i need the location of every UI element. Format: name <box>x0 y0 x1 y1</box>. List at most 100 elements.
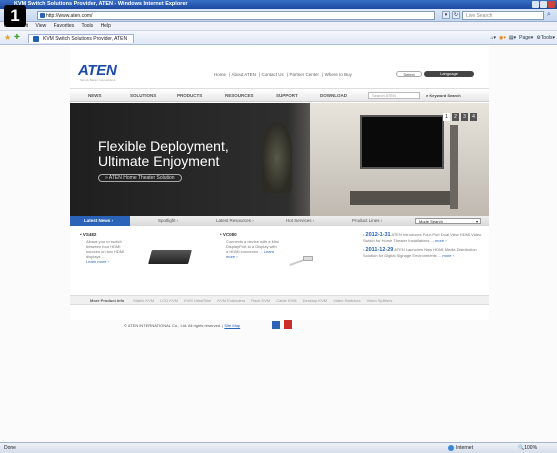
hero-banner[interactable]: Flexible Deployment, Ultimate Enjoyment … <box>70 103 489 216</box>
top-links: Home | About ATEN | Contact Us | Partner… <box>214 72 352 77</box>
nav-download[interactable]: DOWNLOAD <box>320 93 347 98</box>
news-item-text: Connects a device with a Mini DisplayPor… <box>220 239 280 259</box>
internet-zone-icon <box>448 445 454 451</box>
status-text: Done <box>4 445 16 451</box>
address-input[interactable]: http://www.aten.com/ <box>37 11 435 20</box>
more-link-label: more <box>442 253 452 258</box>
product-link[interactable]: Matrix KVM <box>133 298 154 303</box>
favorites-bar: ★ ✚ KVM Switch Solutions Provider, ATEN … <box>0 31 557 45</box>
product-link[interactable]: KVM Extenders <box>217 298 245 303</box>
hero-button[interactable]: » ATEN Home Theater Solution <box>98 174 182 182</box>
tab-spotlight[interactable]: Spotlight › <box>158 218 178 223</box>
tab-hot-services[interactable]: Hot Services › <box>286 218 314 223</box>
aten-logo[interactable]: ATEN <box>78 62 117 79</box>
news-item-title[interactable]: • VC080 <box>220 232 280 237</box>
tab-latest-resources[interactable]: Latest Resources › <box>216 218 254 223</box>
menu-view[interactable]: View <box>35 23 46 29</box>
maximize-button[interactable] <box>540 1 547 8</box>
link-about[interactable]: About ATEN <box>231 72 255 77</box>
print-icon[interactable]: ▤▾ <box>509 34 516 42</box>
window-title-bar: KVM Switch Solutions Provider, ATEN - Wi… <box>0 0 557 9</box>
press-item: • 2011-12-29 ATEN Launches New HDMI Medi… <box>363 247 477 258</box>
site-search-input[interactable]: Search ATEN <box>368 92 420 99</box>
refresh-icon[interactable]: ↻ <box>452 11 460 19</box>
learn-more-label: Learn more <box>86 259 107 264</box>
feeds-icon[interactable]: ◉▾ <box>499 34 506 42</box>
tab-spotlight-label: Spotlight <box>158 218 176 223</box>
more-link[interactable]: more › <box>442 253 454 258</box>
tab-label: KVM Switch Solutions Provider, ATEN <box>43 36 128 42</box>
tab-product-lines-label: Product Lines <box>352 218 380 223</box>
tab-product-lines[interactable]: Product Lines › <box>352 218 382 223</box>
zoom-level[interactable]: 🔍100% <box>518 443 537 453</box>
news-item-title[interactable]: • VS482 <box>80 232 135 237</box>
more-link[interactable]: more › <box>435 238 447 243</box>
nav-news[interactable]: NEWS <box>88 93 102 98</box>
live-search-input[interactable]: Live Search <box>462 11 544 20</box>
search-icon[interactable]: ⌕ <box>547 11 555 20</box>
hero-title-line1: Flexible Deployment, <box>98 138 229 154</box>
add-favorites-icon[interactable]: ✚ <box>14 34 20 42</box>
aten-page: ATEN Simply Better Connections Home | Ab… <box>70 45 489 320</box>
footer: © ATEN INTERNATIONAL Co., Ltd. All right… <box>124 323 241 328</box>
menu-tools[interactable]: Tools <box>81 23 93 29</box>
chevron-down-icon: ▾ <box>475 219 478 224</box>
keyword-search-button[interactable]: ⌕ Keyword Search <box>426 93 461 98</box>
product-link[interactable]: Rack KVM <box>251 298 270 303</box>
slide-selector: 1 2 3 4 <box>443 113 477 121</box>
nav-products[interactable]: PRODUCTS <box>177 93 202 98</box>
product-link[interactable]: Video Switches <box>333 298 360 303</box>
product-link[interactable]: Video Splitters <box>367 298 393 303</box>
slide-2[interactable]: 2 <box>452 113 459 121</box>
product-link[interactable]: KVM Ultra/Slim <box>184 298 211 303</box>
window-controls <box>532 1 555 8</box>
nav-solutions[interactable]: SOLUTIONS <box>130 93 156 98</box>
dropdown-icon[interactable]: ▾ <box>442 11 450 19</box>
page-menu[interactable]: Page▾ <box>519 34 533 42</box>
slide-1[interactable]: 1 <box>443 113 450 121</box>
nav-resources[interactable]: RESOURCES <box>225 93 254 98</box>
security-zone: Internet <box>456 445 473 451</box>
browser-tab[interactable]: KVM Switch Solutions Provider, ATEN <box>28 34 135 43</box>
tv-image <box>360 115 444 169</box>
tab-latest-resources-label: Latest Resources <box>216 218 252 223</box>
close-button[interactable] <box>548 1 555 8</box>
page-icon <box>40 13 45 18</box>
news-title-text: VC080 <box>222 232 237 237</box>
nav-support[interactable]: SUPPORT <box>276 93 298 98</box>
hero-title-line2: Ultimate Enjoyment <box>98 153 220 169</box>
link-partner[interactable]: Partner Center <box>289 72 319 77</box>
site-map-link[interactable]: Site Map <box>224 323 240 328</box>
vs482-product-image[interactable] <box>148 250 192 264</box>
home-icon[interactable]: ⌂▾ <box>490 34 496 42</box>
press-list: • 2012-1-31 ATEN Introduces Four-Port Du… <box>363 232 483 258</box>
window-title: KVM Switch Solutions Provider, ATEN - Wi… <box>14 1 188 7</box>
link-contact[interactable]: Contact Us <box>262 72 284 77</box>
address-bar: http://www.aten.com/ ▾ ↻ ✕ Live Search ⌕ <box>0 9 557 22</box>
mode-search-select[interactable]: Mode Search ▾ <box>415 218 481 224</box>
product-link[interactable]: Desktop KVM <box>303 298 327 303</box>
product-link[interactable]: Cable KVM <box>276 298 296 303</box>
menu-favorites[interactable]: Favorites <box>54 23 75 29</box>
status-bar: Done Internet 🔍100% <box>0 442 557 453</box>
news-item: • VS482 Allows you to switch between fou… <box>80 232 135 264</box>
menu-help[interactable]: Help <box>101 23 111 29</box>
region-select[interactable]: Select <box>396 71 422 77</box>
language-select[interactable]: Language <box>424 71 474 77</box>
youtube-icon[interactable] <box>284 320 292 329</box>
minimize-button[interactable] <box>532 1 539 8</box>
facebook-icon[interactable] <box>272 321 280 329</box>
vc080-product-image[interactable] <box>289 248 325 270</box>
slide-4[interactable]: 4 <box>470 113 477 121</box>
tab-latest-news-label: Latest News <box>84 218 111 223</box>
link-where-to-buy[interactable]: Where to Buy <box>325 72 352 77</box>
news-item-text: Allows you to switch between four HDMI s… <box>86 239 125 259</box>
tools-menu[interactable]: ⚙Tools▾ <box>536 34 555 42</box>
product-link[interactable]: LCD KVM <box>160 298 178 303</box>
favorites-star-icon[interactable]: ★ <box>4 34 11 42</box>
learn-more-link[interactable]: Learn more › <box>80 259 135 264</box>
slide-3[interactable]: 3 <box>461 113 468 121</box>
link-home[interactable]: Home <box>214 72 226 77</box>
copyright-text: © ATEN INTERNATIONAL Co., Ltd. All right… <box>124 323 222 328</box>
tab-latest-news[interactable]: Latest News › <box>70 216 130 226</box>
